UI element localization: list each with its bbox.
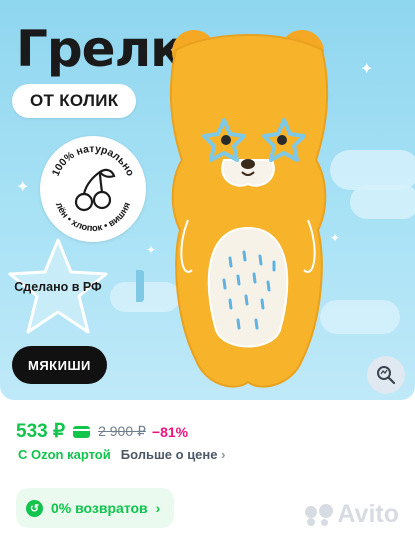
star-decoration: ✦ bbox=[360, 61, 374, 78]
ozon-card-label: С Ozon картой bbox=[18, 447, 111, 462]
product-image-gallery[interactable]: ✦ ✦ ✦ ✦ Грелка ОТ КОЛИК 100% натурально … bbox=[0, 0, 415, 400]
ozon-card-row: С Ozon картой Больше о цене › bbox=[18, 447, 225, 462]
return-arrow-icon: ↺ bbox=[26, 499, 43, 517]
more-price-link[interactable]: Больше о цене › bbox=[121, 447, 226, 462]
made-in-badge: Сделано в РФ bbox=[2, 236, 114, 340]
avito-watermark-text: Avito bbox=[337, 500, 399, 528]
price-current: 533 ₽ bbox=[16, 421, 66, 442]
badge-bottom-text: лён • хлопок • вишня bbox=[53, 201, 133, 234]
cloud-decoration bbox=[350, 185, 415, 219]
natural-badge: 100% натурально лён • хлопок • вишня bbox=[40, 136, 146, 242]
bear-plush-image bbox=[136, 30, 329, 388]
avito-logo-icon bbox=[305, 503, 334, 526]
card-icon bbox=[73, 425, 91, 438]
price-discount: −81% bbox=[151, 423, 189, 440]
avito-watermark: Avito bbox=[305, 500, 399, 529]
brand-badge: МЯКИШИ bbox=[12, 346, 107, 384]
product-image-subtitle: ОТ КОЛИК bbox=[12, 84, 137, 118]
cherry-icon bbox=[74, 168, 116, 212]
chevron-right-icon: › bbox=[221, 447, 226, 462]
returns-badge[interactable]: ↺ 0% возвратов › bbox=[16, 488, 175, 528]
chevron-right-icon: › bbox=[155, 500, 161, 516]
image-search-button[interactable] bbox=[367, 356, 405, 394]
star-decoration: ✦ bbox=[16, 179, 30, 196]
returns-label: 0% возвратов bbox=[51, 500, 148, 516]
product-page: ✦ ✦ ✦ ✦ Грелка ОТ КОЛИК 100% натурально … bbox=[0, 0, 415, 540]
price-old: 2 900 ₽ bbox=[98, 423, 146, 439]
image-search-icon bbox=[377, 366, 396, 385]
made-in-text: Сделано в РФ bbox=[14, 280, 102, 294]
price-row: 533 ₽ 2 900 ₽ −81% bbox=[16, 420, 188, 443]
svg-text:100% натурально: 100% натурально bbox=[50, 143, 137, 178]
more-price-label: Больше о цене bbox=[120, 447, 218, 462]
badge-top-text: 100% натурально bbox=[50, 143, 137, 178]
svg-text:лён • хлопок • вишня: лён • хлопок • вишня bbox=[53, 201, 133, 234]
